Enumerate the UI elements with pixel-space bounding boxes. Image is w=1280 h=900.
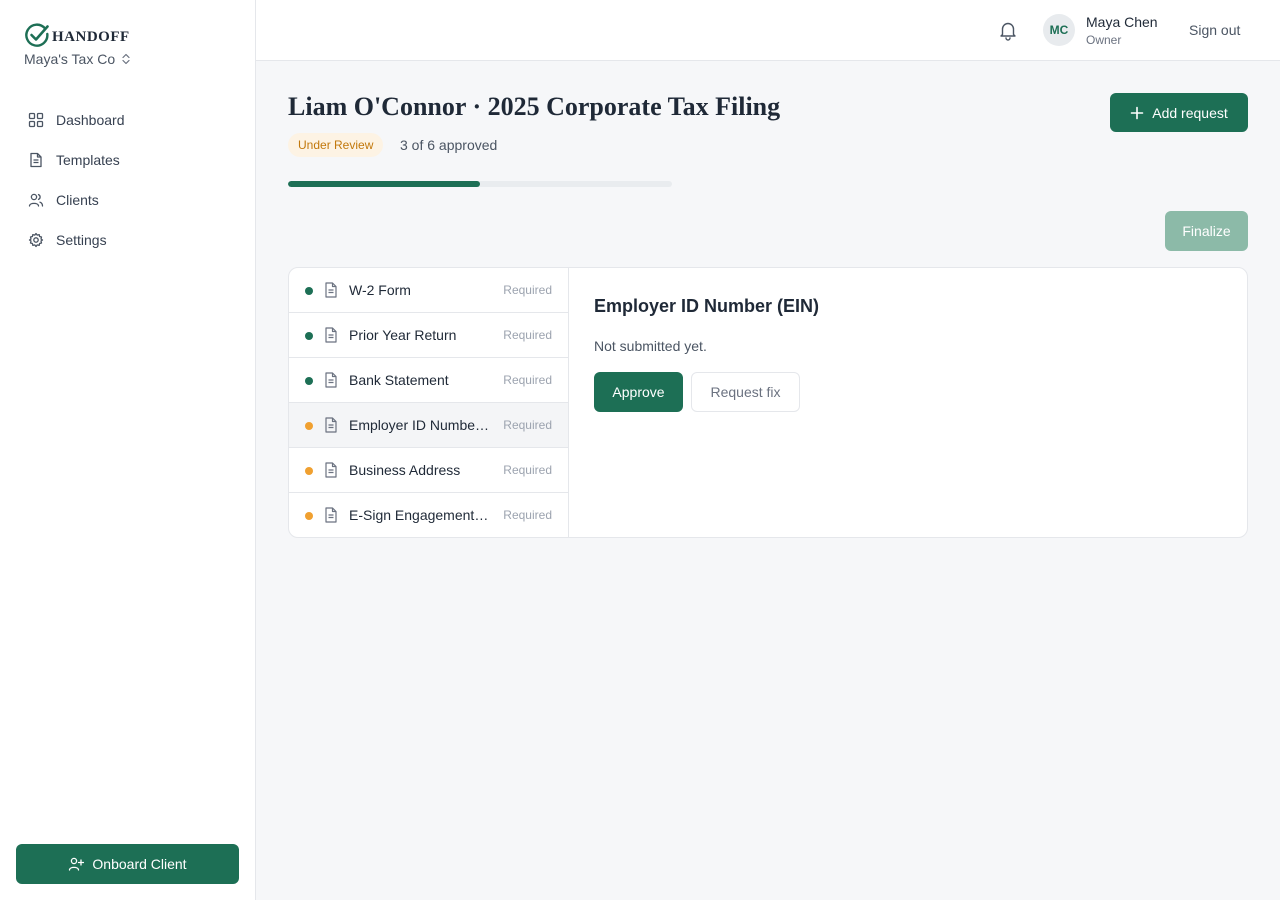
status-dot: [305, 422, 313, 430]
status-badge: Under Review: [288, 133, 384, 157]
request-detail: Employer ID Number (EIN) Not submitted y…: [570, 268, 1247, 537]
required-tag: Required: [503, 283, 552, 297]
gear-icon: [28, 232, 44, 248]
avatar[interactable]: MC: [1043, 14, 1075, 46]
status-dot: [305, 512, 313, 520]
sidebar-item-label: Dashboard: [56, 112, 125, 128]
add-request-label: Add request: [1152, 104, 1228, 121]
brand-logo[interactable]: HANDOFF: [24, 22, 130, 48]
plus-icon: [1130, 106, 1144, 119]
requests-panel: W-2 Form Required Prior Year Return Require…: [288, 267, 1248, 538]
sidebar-item-dashboard[interactable]: Dashboard: [16, 100, 240, 140]
chevron-up-down-icon: [122, 53, 130, 65]
request-name: W-2 Form: [349, 282, 411, 298]
request-name: Employer ID Number (EIN): [349, 417, 491, 433]
required-tag: Required: [503, 328, 552, 342]
status-dot: [305, 332, 313, 340]
document-icon: [325, 372, 337, 388]
sidebar-item-label: Clients: [56, 192, 99, 208]
list-item[interactable]: E-Sign Engagement Letter Required: [289, 493, 568, 537]
sign-out-link[interactable]: Sign out: [1189, 22, 1240, 38]
approve-button[interactable]: Approve: [594, 372, 683, 412]
request-fix-button[interactable]: Request fix: [691, 372, 800, 412]
document-icon: [325, 282, 337, 298]
sidebar-item-settings[interactable]: Settings: [16, 220, 240, 260]
add-request-button[interactable]: Add request: [1110, 93, 1248, 132]
sidebar-item-clients[interactable]: Clients: [16, 180, 240, 220]
document-icon: [30, 152, 42, 168]
list-item[interactable]: Bank Statement Required: [289, 358, 568, 403]
grid-icon: [28, 112, 44, 128]
request-name: Prior Year Return: [349, 327, 457, 343]
status-dot: [305, 377, 313, 385]
progress-fill: [288, 181, 480, 187]
page-title: Liam O'Connor · 2025 Corporate Tax Filin…: [288, 92, 781, 121]
request-name: Business Address: [349, 462, 461, 478]
list-item[interactable]: Business Address Required: [289, 448, 568, 493]
user-role: Owner: [1086, 33, 1122, 47]
list-item[interactable]: Employer ID Number (EIN) Required: [289, 403, 568, 448]
required-tag: Required: [503, 373, 552, 387]
topbar: MC Maya Chen Owner Sign out: [256, 0, 1280, 61]
sidebar: HANDOFF Maya's Tax Co Dashboard Template…: [0, 0, 256, 900]
request-name: E-Sign Engagement Letter: [349, 507, 491, 523]
status-dot: [305, 467, 313, 475]
progress-bar: [288, 181, 672, 187]
required-tag: Required: [503, 508, 552, 522]
onboard-client-button[interactable]: Onboard Client: [16, 844, 239, 884]
user-plus-icon: [69, 857, 85, 871]
approved-count: 3 of 6 approved: [400, 137, 498, 153]
users-icon: [28, 193, 44, 207]
sidebar-item-label: Settings: [56, 232, 107, 248]
detail-status: Not submitted yet.: [594, 338, 707, 354]
sidebar-item-label: Templates: [56, 152, 120, 168]
list-item[interactable]: Prior Year Return Required: [289, 313, 568, 358]
org-switcher[interactable]: Maya's Tax Co: [24, 51, 131, 67]
finalize-button[interactable]: Finalize: [1165, 211, 1248, 251]
check-circle-logo-icon: [25, 23, 49, 47]
bell-icon[interactable]: [997, 19, 1019, 41]
user-name: Maya Chen: [1086, 14, 1158, 30]
brand-name: HANDOFF: [52, 28, 130, 45]
required-tag: Required: [503, 463, 552, 477]
detail-title: Employer ID Number (EIN): [594, 296, 820, 316]
request-name: Bank Statement: [349, 372, 449, 388]
org-name: Maya's Tax Co: [24, 51, 116, 67]
onboard-client-label: Onboard Client: [92, 856, 187, 872]
document-icon: [325, 507, 337, 523]
request-list: W-2 Form Required Prior Year Return Require…: [289, 268, 569, 537]
document-icon: [325, 327, 337, 343]
required-tag: Required: [503, 418, 552, 432]
document-icon: [325, 462, 337, 478]
status-dot: [305, 287, 313, 295]
document-icon: [325, 417, 337, 433]
list-item[interactable]: W-2 Form Required: [289, 268, 568, 313]
sidebar-item-templates[interactable]: Templates: [16, 140, 240, 180]
sidebar-nav: Dashboard Templates Clients Settings: [16, 100, 240, 260]
